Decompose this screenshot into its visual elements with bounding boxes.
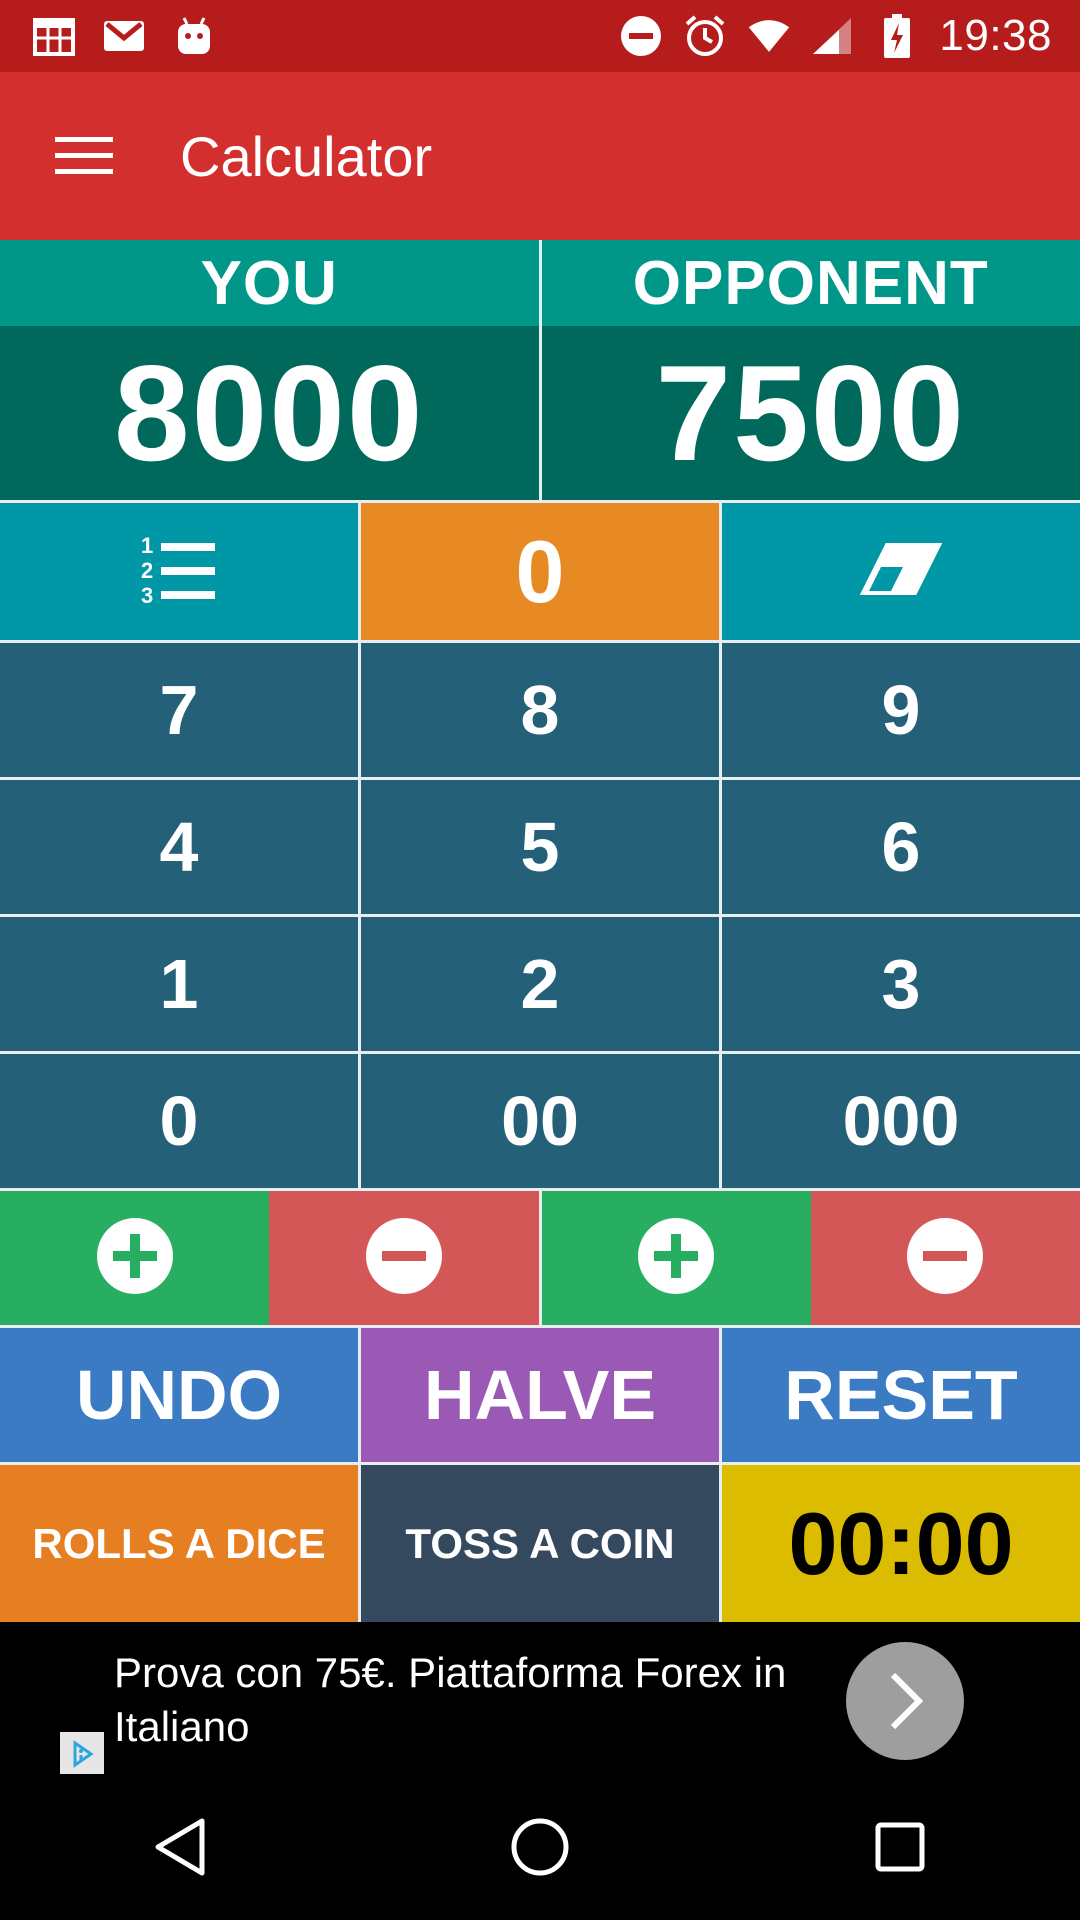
- player-score[interactable]: 7500: [541, 326, 1080, 500]
- ad-text[interactable]: Prova con 75€. Piattaforma Forex in Ital…: [114, 1646, 834, 1754]
- numbered-list-icon: 1 2 3: [139, 531, 219, 612]
- android-icon: [172, 14, 216, 58]
- keypad-row: 4 5 6: [0, 777, 1080, 914]
- plus-circle-icon: [96, 1217, 174, 1300]
- key-1[interactable]: 1: [0, 917, 358, 1051]
- svg-text:3: 3: [141, 583, 153, 607]
- you-add-button[interactable]: [0, 1191, 270, 1325]
- minus-circle-icon: [365, 1217, 443, 1300]
- opponent-add-button[interactable]: [541, 1191, 811, 1325]
- gmail-icon: [102, 14, 146, 58]
- keypad-row: 7 8 9: [0, 640, 1080, 777]
- key-3[interactable]: 3: [719, 917, 1080, 1051]
- calculator-grid: 1 2 3 0 7 8 9 4 5 6 1 2 3 0 00 000 UNDO …: [0, 500, 1080, 1622]
- home-icon[interactable]: [480, 1787, 600, 1907]
- navigation-bar: [0, 1774, 1080, 1920]
- key-6[interactable]: 6: [719, 780, 1080, 914]
- app-bar: Calculator: [0, 72, 1080, 240]
- ad-open-arrow-icon[interactable]: [846, 1642, 964, 1760]
- key-4[interactable]: 4: [0, 780, 358, 914]
- alarm-icon: [683, 14, 727, 58]
- toss-coin-button[interactable]: TOSS A COIN: [358, 1465, 719, 1622]
- timer-button[interactable]: 00:00: [719, 1465, 1080, 1622]
- status-bar: 19:38: [0, 0, 1080, 72]
- recents-icon[interactable]: [840, 1787, 960, 1907]
- keypad-row: 1 2 3: [0, 914, 1080, 1051]
- key-7[interactable]: 7: [0, 643, 358, 777]
- action-row: UNDO HALVE RESET: [0, 1325, 1080, 1462]
- svg-text:2: 2: [141, 558, 153, 583]
- key-9[interactable]: 9: [719, 643, 1080, 777]
- tools-row: ROLLS A DICE TOSS A COIN 00:00: [0, 1462, 1080, 1622]
- key-8[interactable]: 8: [358, 643, 719, 777]
- clear-button[interactable]: [719, 503, 1080, 640]
- you-subtract-button[interactable]: [269, 1191, 539, 1325]
- key-000[interactable]: 000: [719, 1054, 1080, 1188]
- signal-icon: [811, 14, 855, 58]
- player-score[interactable]: 8000: [0, 326, 539, 500]
- key-2[interactable]: 2: [358, 917, 719, 1051]
- adchoices-icon[interactable]: [60, 1732, 104, 1776]
- status-time: 19:38: [939, 11, 1052, 60]
- calculator-top-row: 1 2 3 0: [0, 500, 1080, 640]
- back-icon[interactable]: [120, 1787, 240, 1907]
- roll-dice-button[interactable]: ROLLS A DICE: [0, 1465, 358, 1622]
- plus-circle-icon: [637, 1217, 715, 1300]
- do-not-disturb-icon: [619, 14, 663, 58]
- calendar-icon: [32, 14, 76, 58]
- wifi-icon: [747, 14, 791, 58]
- calculator-display: 0: [358, 503, 719, 640]
- opponent-plus-minus: [538, 1191, 1080, 1325]
- key-0[interactable]: 0: [0, 1054, 358, 1188]
- svg-text:1: 1: [141, 533, 153, 558]
- plus-minus-row: [0, 1188, 1080, 1325]
- players-panel: YOU 8000 OPPONENT 7500: [0, 240, 1080, 500]
- history-button[interactable]: 1 2 3: [0, 503, 358, 640]
- player-opponent[interactable]: OPPONENT 7500: [538, 240, 1080, 500]
- player-name[interactable]: OPPONENT: [541, 240, 1080, 326]
- hamburger-menu-icon[interactable]: [28, 100, 140, 212]
- halve-button[interactable]: HALVE: [358, 1328, 719, 1462]
- key-00[interactable]: 00: [358, 1054, 719, 1188]
- keypad-row: 0 00 000: [0, 1051, 1080, 1188]
- minus-circle-icon: [906, 1217, 984, 1300]
- battery-charging-icon: [875, 14, 919, 58]
- eraser-icon: [859, 541, 943, 602]
- you-plus-minus: [0, 1191, 539, 1325]
- opponent-subtract-button[interactable]: [810, 1191, 1080, 1325]
- app-title: Calculator: [180, 124, 433, 188]
- player-name[interactable]: YOU: [0, 240, 539, 326]
- reset-button[interactable]: RESET: [719, 1328, 1080, 1462]
- key-5[interactable]: 5: [358, 780, 719, 914]
- player-you[interactable]: YOU 8000: [0, 240, 539, 500]
- ad-banner[interactable]: Prova con 75€. Piattaforma Forex in Ital…: [0, 1624, 1080, 1776]
- undo-button[interactable]: UNDO: [0, 1328, 358, 1462]
